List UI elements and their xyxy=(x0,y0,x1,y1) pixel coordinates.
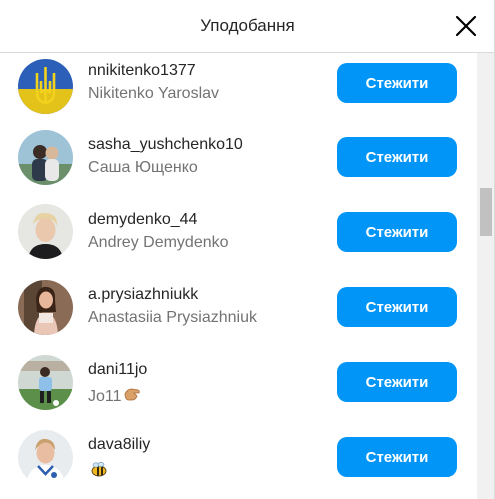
avatar[interactable] xyxy=(18,59,73,114)
list-item: sasha_yushchenko10 Саша Ющенко Стежити xyxy=(0,124,477,199)
full-name xyxy=(88,459,109,484)
username[interactable]: dani11jo xyxy=(88,361,147,379)
avatar[interactable] xyxy=(18,204,73,259)
follow-button[interactable]: Стежити xyxy=(337,287,457,327)
avatar[interactable] xyxy=(18,130,73,185)
scrollbar-thumb[interactable] xyxy=(480,188,492,236)
full-name: Anastasiia Prysiazhniuk xyxy=(88,309,257,326)
list-item: dani11jo Jo11 Стежити xyxy=(0,349,477,424)
follow-button[interactable]: Стежити xyxy=(337,63,457,103)
username[interactable]: a.prysiazhniukk xyxy=(88,286,198,304)
avatar[interactable] xyxy=(18,355,73,410)
follow-button[interactable]: Стежити xyxy=(337,137,457,177)
full-name: Jo11 xyxy=(88,384,143,409)
scrollbar[interactable] xyxy=(477,53,494,499)
dialog-header: Уподобання xyxy=(0,0,494,53)
username[interactable]: dava8iliy xyxy=(88,436,150,454)
list-item: demydenko_44 Andrey Demydenko Стежити xyxy=(0,199,477,274)
avatar[interactable] xyxy=(18,280,73,335)
dialog-title: Уподобання xyxy=(200,16,295,35)
close-icon[interactable] xyxy=(453,13,479,39)
follow-button[interactable]: Стежити xyxy=(337,437,457,477)
full-name-text: Jo11 xyxy=(88,388,122,405)
full-name: Саша Ющенко xyxy=(88,159,198,176)
username[interactable]: demydenko_44 xyxy=(88,211,197,229)
list-item: dava8iliy Стежити xyxy=(0,424,477,499)
full-name: Nikitenko Yaroslav xyxy=(88,85,220,102)
list-item: nnikitenko1377 Nikitenko Yaroslav Стежит… xyxy=(0,53,477,124)
full-name: Andrey Demydenko xyxy=(88,234,229,251)
follow-button[interactable]: Стежити xyxy=(337,362,457,402)
avatar[interactable] xyxy=(18,430,73,485)
bee-emoji-icon xyxy=(89,459,109,484)
hand-emoji-icon xyxy=(123,384,143,409)
likes-dialog: Уподобання nnikitenko1377 Nikitenko Yaro… xyxy=(0,0,495,499)
username[interactable]: sasha_yushchenko10 xyxy=(88,136,243,154)
list-item: a.prysiazhniukk Anastasiia Prysiazhniuk … xyxy=(0,274,477,349)
username[interactable]: nnikitenko1377 xyxy=(88,62,196,80)
follow-button[interactable]: Стежити xyxy=(337,212,457,252)
likes-list[interactable]: nnikitenko1377 Nikitenko Yaroslav Стежит… xyxy=(0,53,477,499)
